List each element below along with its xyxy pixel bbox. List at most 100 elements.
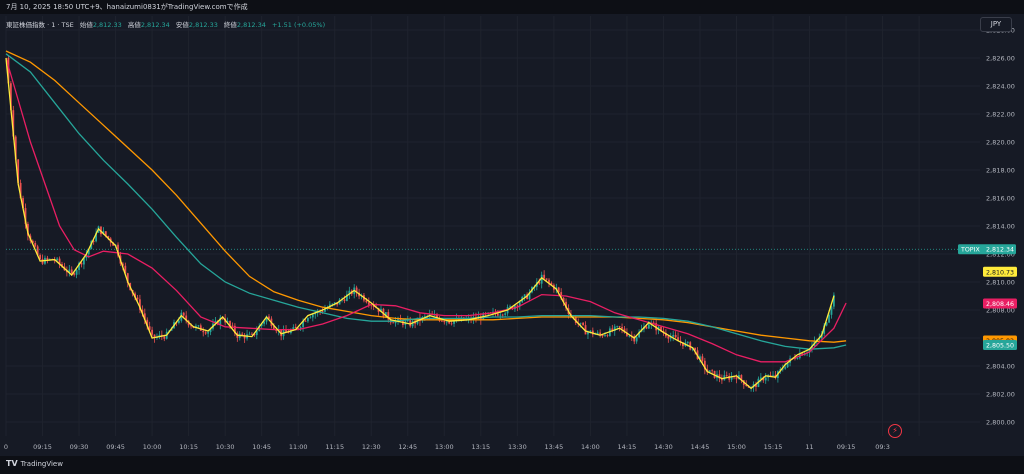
- brand-logo[interactable]: TV TradingView: [6, 459, 63, 468]
- candle-body: [440, 320, 443, 322]
- candle-body: [197, 325, 200, 327]
- candle-body: [711, 370, 714, 372]
- legend-low-value: 2,812.33: [188, 21, 218, 29]
- ma-tag-value: 2,808.46: [986, 301, 1014, 308]
- candle-body: [725, 375, 728, 376]
- x-tick-label: 11:15: [325, 443, 344, 451]
- currency-button[interactable]: JPY: [980, 17, 1012, 32]
- tradingview-logo-icon: TV: [6, 459, 18, 468]
- candle-body: [207, 332, 210, 334]
- y-tick-label: 2,814.00: [986, 223, 1015, 231]
- x-tick-label: 09:15: [33, 443, 52, 451]
- x-tick-label: 10:00: [143, 443, 162, 451]
- candle-body: [443, 320, 446, 323]
- candle-body: [248, 333, 251, 335]
- candle-body: [251, 333, 253, 335]
- y-tick-label: 2,824.00: [986, 83, 1015, 91]
- candle-body: [448, 321, 451, 324]
- candle-body: [202, 330, 205, 333]
- candle-body: [796, 358, 799, 359]
- ma-tag-value: 2,805.50: [986, 343, 1014, 350]
- candle-body: [543, 274, 546, 279]
- footer-bar: [0, 456, 1024, 474]
- legend-open-label: 始値: [79, 21, 93, 29]
- candle-body: [304, 320, 307, 322]
- candle-body: [616, 326, 619, 327]
- legend-open-value: 2,812.33: [92, 21, 122, 29]
- candle-body: [672, 334, 675, 337]
- x-tick-label: 13:15: [471, 443, 490, 451]
- y-tick-label: 2,820.00: [986, 139, 1015, 147]
- ma-line: [5, 50, 847, 343]
- candle-body: [182, 312, 185, 316]
- ma-line: [5, 53, 847, 350]
- candle-body: [392, 322, 395, 324]
- candle-body: [309, 317, 312, 319]
- candle-body: [177, 320, 180, 323]
- candle-body: [735, 377, 738, 380]
- candle-body: [759, 377, 762, 379]
- candle-body: [501, 314, 504, 316]
- price-tag-symbol: TOPIX: [960, 247, 980, 254]
- x-tick-label: 10:15: [179, 443, 198, 451]
- candle-body: [75, 269, 78, 275]
- legend-high-value: 2,812.34: [140, 21, 170, 29]
- candle-body: [618, 326, 621, 327]
- candle-body: [674, 334, 677, 338]
- y-tick-label: 2,810.00: [986, 279, 1015, 287]
- candle-body: [151, 329, 153, 335]
- x-tick-label: 15:00: [727, 443, 746, 451]
- x-tick-label: 0: [4, 443, 8, 451]
- candle-body: [241, 333, 244, 335]
- price-chart[interactable]: 2,800.002,802.002,804.002,806.002,808.00…: [0, 0, 1024, 474]
- lightning-icon[interactable]: ⚡: [888, 424, 902, 438]
- y-tick-label: 2,818.00: [986, 167, 1015, 175]
- x-tick-label: 10:45: [252, 443, 271, 451]
- candle-body: [701, 356, 704, 361]
- x-tick-label: 11:00: [289, 443, 308, 451]
- candle-body: [621, 326, 623, 329]
- candle-body: [504, 313, 507, 315]
- legend-close-value: 2,812.34: [236, 21, 266, 29]
- y-tick-label: 2,804.00: [986, 363, 1015, 371]
- candle-body: [307, 318, 309, 322]
- candle-body: [606, 335, 609, 336]
- candle-body: [56, 258, 59, 261]
- candle-body: [545, 278, 548, 280]
- candle-body: [686, 342, 689, 344]
- candle-body: [496, 313, 499, 316]
- x-tick-label: 13:00: [435, 443, 454, 451]
- candle-body: [231, 325, 234, 327]
- candle-body: [311, 314, 314, 318]
- candle-body: [499, 314, 502, 316]
- legend-symbol: 東証株価指数 · 1 · TSE: [6, 21, 74, 29]
- candle-body: [204, 332, 207, 334]
- candle-body: [34, 242, 37, 247]
- candle-body: [635, 337, 638, 342]
- candle-body: [321, 311, 324, 312]
- candle-body: [46, 257, 49, 260]
- x-tick-label: 13:45: [545, 443, 564, 451]
- x-tick-label: 09:15: [837, 443, 856, 451]
- candle-body: [667, 336, 670, 339]
- candle-body: [772, 374, 774, 376]
- candle-body: [343, 299, 346, 301]
- x-tick-label: 11: [805, 443, 813, 451]
- legend-low-label: 安値: [175, 21, 189, 29]
- y-tick-label: 2,816.00: [986, 195, 1015, 203]
- candle-body: [73, 273, 76, 275]
- candle-body: [645, 326, 648, 329]
- candle-body: [365, 300, 368, 303]
- candle-body: [582, 322, 584, 326]
- x-tick-label: 14:00: [581, 443, 600, 451]
- x-tick-label: 14:30: [654, 443, 673, 451]
- x-tick-label: 09:45: [106, 443, 125, 451]
- symbol-legend: 東証株価指数 · 1 · TSE 始値2,812.33 高値2,812.34 安…: [6, 19, 325, 29]
- x-tick-label: 14:45: [691, 443, 710, 451]
- candle-body: [764, 377, 767, 381]
- x-tick-label: 10:30: [216, 443, 235, 451]
- candle-body: [70, 269, 73, 274]
- x-tick-label: 13:30: [508, 443, 527, 451]
- x-tick-label: 12:45: [398, 443, 417, 451]
- candle-body: [136, 297, 139, 300]
